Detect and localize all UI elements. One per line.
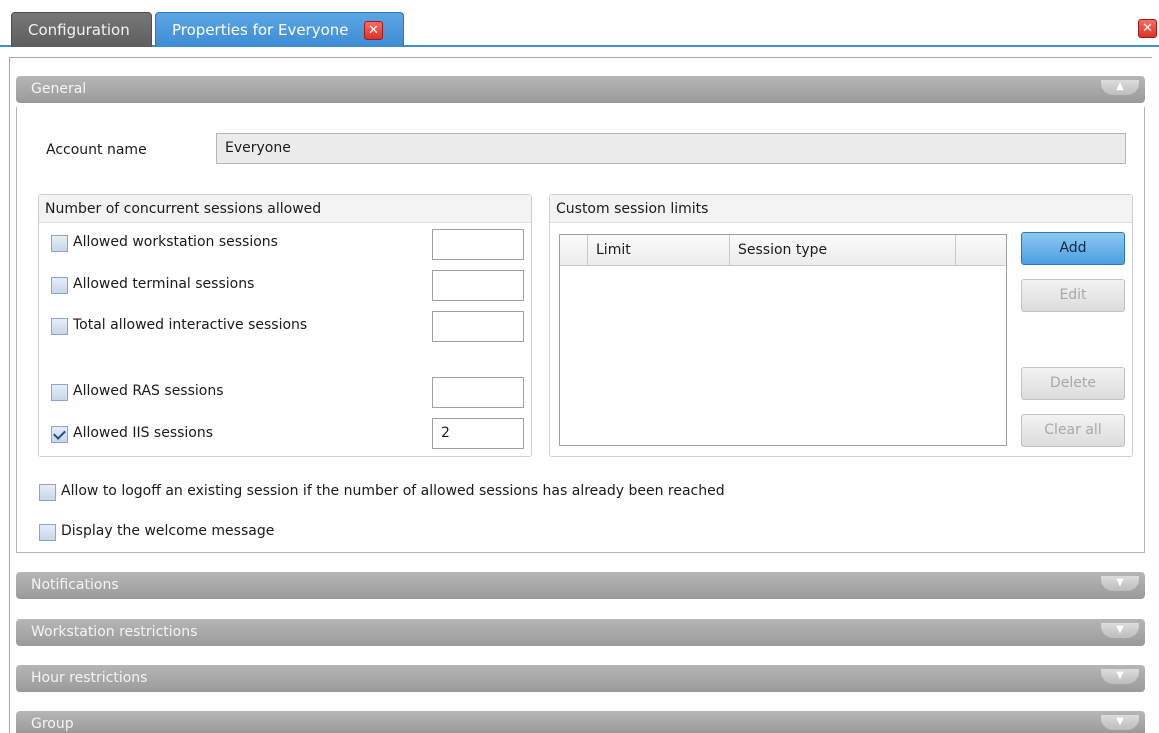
label-iis-sessions: Allowed IIS sessions (73, 425, 214, 441)
input-iis-sessions[interactable]: 2 (432, 418, 524, 449)
section-group[interactable]: Group ▼ (16, 711, 1145, 733)
chevron-down-icon[interactable]: ▼ (1101, 623, 1139, 638)
account-name-value: Everyone (225, 140, 291, 156)
table-header-limit[interactable]: Limit (588, 235, 730, 266)
add-button[interactable]: Add (1021, 232, 1125, 265)
table-row-selector-header (560, 235, 588, 266)
label-interactive-sessions: Total allowed interactive sessions (73, 317, 308, 333)
chevron-down-icon[interactable]: ▼ (1101, 669, 1139, 684)
section-general[interactable]: General ▲ (16, 76, 1145, 103)
group-title: Custom session limits (550, 195, 1132, 223)
table-header-session-type[interactable]: Session type (730, 235, 956, 266)
label-ras-sessions: Allowed RAS sessions (73, 383, 224, 399)
tab-properties-everyone[interactable]: Properties for Everyone ✕ (155, 12, 404, 47)
table-header-filler (956, 235, 1006, 266)
section-title: Workstation restrictions (31, 624, 198, 640)
section-workstation-restrictions[interactable]: Workstation restrictions ▼ (16, 619, 1145, 646)
label-workstation-sessions: Allowed workstation sessions (73, 234, 278, 250)
account-name-field[interactable]: Everyone (216, 133, 1126, 164)
chevron-down-icon[interactable]: ▼ (1101, 576, 1139, 591)
section-title: Group (31, 716, 74, 732)
section-notifications[interactable]: Notifications ▼ (16, 572, 1145, 599)
close-icon[interactable]: ✕ (364, 21, 383, 40)
input-ras-sessions[interactable] (432, 377, 524, 408)
edit-button[interactable]: Edit (1021, 279, 1125, 312)
input-terminal-sessions[interactable] (432, 270, 524, 301)
checkbox-allow-logoff[interactable] (39, 484, 56, 501)
label-terminal-sessions: Allowed terminal sessions (73, 276, 255, 292)
tab-configuration[interactable]: Configuration (11, 12, 152, 47)
section-title: Hour restrictions (31, 670, 148, 686)
tab-label: Properties for Everyone (172, 21, 349, 39)
session-limits-table[interactable]: Limit Session type (559, 234, 1007, 446)
chevron-up-icon[interactable]: ▲ (1101, 80, 1139, 95)
label-allow-logoff: Allow to logoff an existing session if t… (61, 483, 725, 499)
checkbox-welcome-message[interactable] (39, 524, 56, 541)
account-name-label: Account name (46, 142, 147, 158)
clear-all-button[interactable]: Clear all (1021, 414, 1125, 447)
group-title: Number of concurrent sessions allowed (39, 195, 531, 223)
checkbox-workstation-sessions[interactable] (51, 235, 68, 252)
checkbox-iis-sessions[interactable] (51, 426, 68, 443)
input-interactive-sessions[interactable] (432, 311, 524, 342)
input-value: 2 (441, 425, 450, 441)
tab-label: Configuration (28, 21, 130, 39)
input-workstation-sessions[interactable] (432, 229, 524, 260)
tab-bar: Configuration Properties for Everyone ✕ … (0, 0, 1159, 47)
close-icon[interactable]: ✕ (1138, 19, 1157, 38)
section-title: Notifications (31, 577, 119, 593)
section-hour-restrictions[interactable]: Hour restrictions ▼ (16, 665, 1145, 692)
section-title: General (31, 81, 87, 97)
checkbox-interactive-sessions[interactable] (51, 318, 68, 335)
delete-button[interactable]: Delete (1021, 367, 1125, 400)
chevron-down-icon[interactable]: ▼ (1101, 715, 1139, 730)
checkbox-ras-sessions[interactable] (51, 384, 68, 401)
checkbox-terminal-sessions[interactable] (51, 277, 68, 294)
label-welcome-message: Display the welcome message (61, 523, 275, 539)
